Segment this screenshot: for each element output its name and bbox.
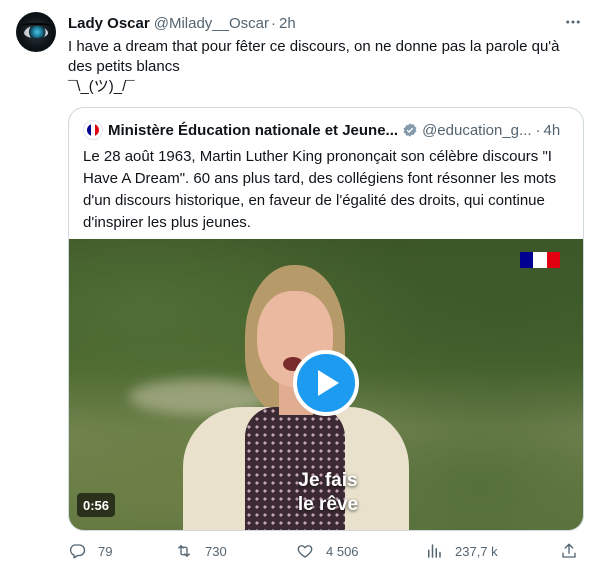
play-icon: [318, 370, 339, 396]
play-button[interactable]: [293, 350, 359, 416]
quoted-text-line: Have A Dream". 60 ans plus tard, des col…: [83, 170, 557, 187]
display-name[interactable]: Lady Oscar: [68, 15, 150, 32]
retweet-icon: [178, 545, 190, 557]
video-duration-badge: 0:56: [77, 493, 116, 517]
tweet-text-line: des petits blancs: [68, 58, 180, 75]
quoted-timestamp[interactable]: 4h: [544, 122, 561, 139]
quoted-avatar[interactable]: [83, 120, 103, 140]
reply-icon: [69, 544, 86, 559]
separator-dot: ·: [535, 121, 541, 139]
retweet-button[interactable]: 730: [175, 541, 227, 561]
like-count: 4 506: [326, 543, 359, 559]
share-button[interactable]: [560, 541, 578, 561]
quoted-display-name[interactable]: Ministère Éducation nationale et Jeune..…: [108, 122, 398, 139]
quoted-handle[interactable]: @education_g...: [422, 122, 531, 139]
retweet-count: 730: [205, 543, 227, 559]
views-icon: [428, 544, 441, 558]
subtitle-line: le rêve: [297, 494, 359, 515]
quoted-text-line: Le 28 août 1963, Martin Luther King pron…: [83, 148, 552, 165]
views-button[interactable]: 237,7 k: [425, 541, 498, 561]
action-bar: 79 730 4 506 237,7 k: [68, 541, 584, 561]
video-player[interactable]: Je fais le rêve 0:56: [69, 239, 583, 530]
quoted-tweet[interactable]: Ministère Éducation nationale et Jeune..…: [68, 107, 584, 531]
quoted-text-line: d'un discours historique, en faveur de l…: [83, 192, 545, 209]
quoted-text-line: d'inspirer les plus jeunes.: [83, 214, 251, 231]
avatar[interactable]: [16, 12, 56, 52]
marianne-logo-icon: [520, 252, 560, 268]
like-button[interactable]: 4 506: [296, 541, 359, 561]
more-horizontal-icon: [566, 20, 580, 24]
video-subtitle: Je fais le rêve: [283, 469, 373, 517]
quoted-tweet-text: Le 28 août 1963, Martin Luther King pron…: [83, 146, 573, 234]
user-handle[interactable]: @Milady__Oscar: [154, 15, 269, 32]
reply-count: 79: [98, 543, 113, 559]
views-count: 237,7 k: [455, 543, 498, 559]
tweet-header: Lady Oscar @Milady__Oscar · 2h: [68, 13, 296, 33]
separator-dot: ·: [270, 14, 276, 32]
quoted-tweet-header: Ministère Éducation nationale et Jeune..…: [83, 120, 573, 140]
more-options-button[interactable]: [562, 12, 584, 32]
tweet-text: I have a dream that pour fêter ce discou…: [68, 37, 588, 97]
tweet-text-line: ¯\_(ツ)_/¯: [68, 78, 135, 95]
french-flag-icon: [87, 124, 99, 136]
share-icon: [562, 543, 576, 558]
reply-button[interactable]: 79: [68, 541, 112, 561]
tweet[interactable]: Lady Oscar @Milady__Oscar · 2h I have a …: [0, 0, 600, 574]
eye-shape: [24, 26, 48, 38]
verified-badge-icon: [402, 122, 418, 138]
subtitle-line: Je fais: [298, 470, 358, 491]
timestamp[interactable]: 2h: [279, 15, 296, 32]
tweet-text-line: I have a dream that pour fêter ce discou…: [68, 38, 560, 55]
heart-icon: [297, 545, 313, 558]
